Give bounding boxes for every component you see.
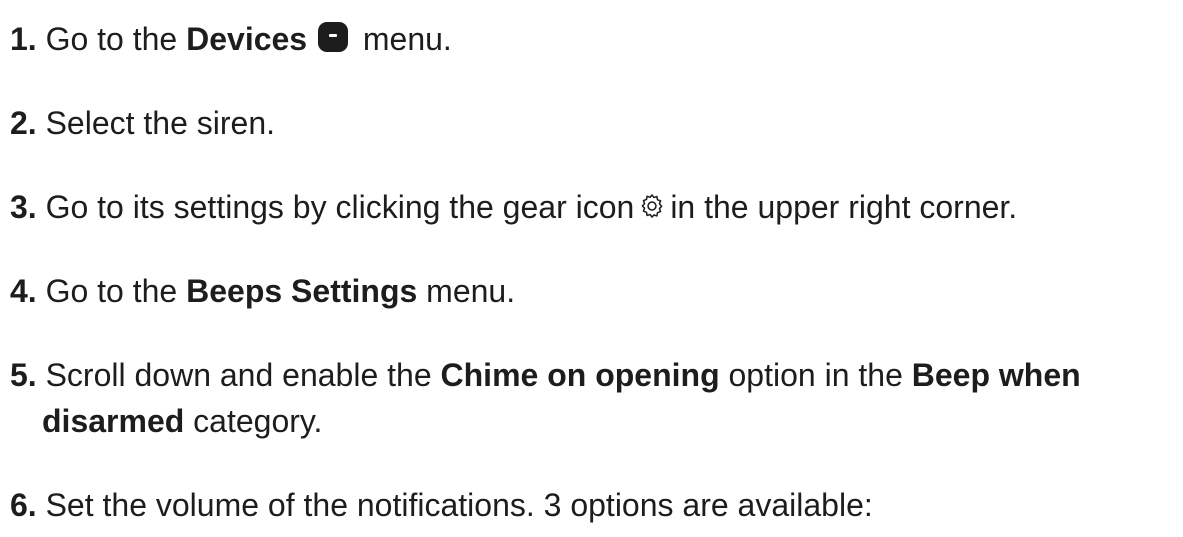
step-text: Go to the	[45, 21, 187, 57]
gear-icon	[641, 194, 663, 218]
step-number: 5.	[10, 357, 37, 393]
step-continuation: disarmed category.	[10, 398, 1081, 444]
step-1: 1. Go to the Devices menu.	[10, 16, 452, 62]
step-text: menu.	[417, 273, 516, 309]
step-2: 2. Select the siren.	[10, 100, 275, 146]
step-text: Set the volume of the notifications. 3 o…	[45, 487, 873, 523]
beep-when-disarmed-category-cont: disarmed	[42, 403, 185, 439]
chime-on-opening-option: Chime on opening	[440, 357, 720, 393]
step-3: 3. Go to its settings by clicking the ge…	[10, 184, 1017, 230]
step-text: category.	[184, 403, 323, 439]
step-5: 5. Scroll down and enable the Chime on o…	[10, 352, 1081, 444]
devices-menu-name: Devices	[186, 21, 308, 57]
step-number: 4.	[10, 273, 37, 309]
beep-when-disarmed-category: Beep when	[911, 357, 1081, 393]
step-text: in the upper right corner.	[670, 189, 1018, 225]
step-text: Scroll down and enable the	[45, 357, 441, 393]
step-number: 6.	[10, 487, 37, 523]
step-number: 2.	[10, 105, 37, 141]
step-4: 4. Go to the Beeps Settings menu.	[10, 268, 515, 314]
step-text: Go to its settings by clicking the gear …	[45, 189, 635, 225]
devices-icon	[317, 22, 348, 52]
step-text: Go to the	[45, 273, 187, 309]
step-number: 3.	[10, 189, 37, 225]
beeps-settings-menu-name: Beeps Settings	[186, 273, 418, 309]
step-text: Select the siren.	[45, 105, 276, 141]
step-text: menu.	[353, 21, 452, 57]
step-6: 6. Set the volume of the notifications. …	[10, 482, 873, 528]
step-number: 1.	[10, 21, 37, 57]
step-text: option in the	[719, 357, 912, 393]
